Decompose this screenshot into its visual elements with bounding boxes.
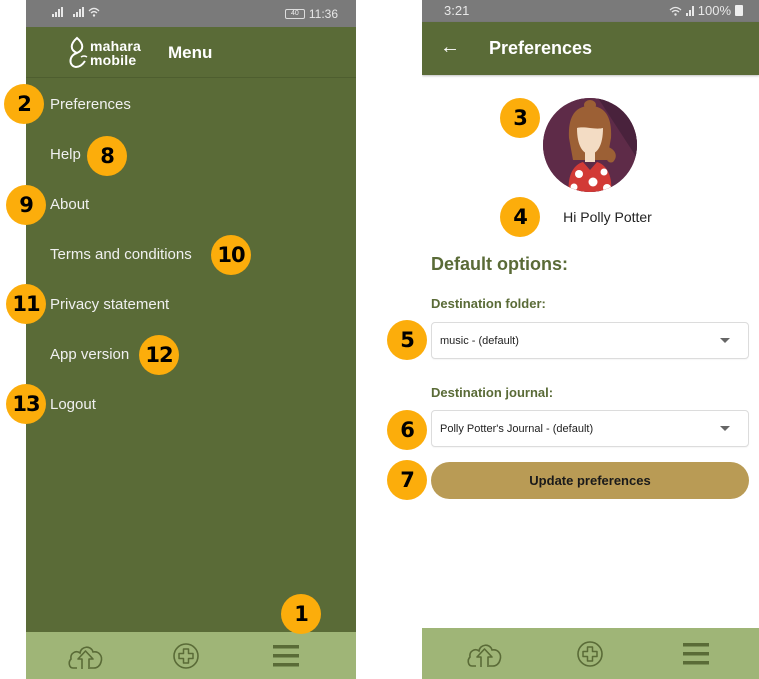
battery-icon [735,5,743,16]
bottom-nav [26,632,356,679]
callout-badge-7: 7 [387,460,427,500]
hamburger-menu-icon[interactable] [266,640,306,672]
menu-item-privacy[interactable]: Privacy statement [26,279,356,329]
app-header: ← Preferences [422,22,759,75]
signal-icon [52,7,63,17]
menu-title: Menu [168,43,213,62]
destination-journal-value: Polly Potter's Journal - (default) [440,422,594,435]
callout-badge-9: 9 [6,185,46,225]
dropdown-caret-icon [720,338,730,343]
callout-badge-13: 13 [6,384,46,424]
status-time: 11:36 [308,7,338,21]
destination-folder-select[interactable]: music - (default) [431,322,749,359]
destination-folder-label: Destination folder: [431,296,546,311]
battery-percent: 100% [697,3,731,18]
cloud-upload-icon[interactable] [465,638,505,670]
mahara-mobile-logo: mahara mobile [66,36,141,70]
callout-badge-2: 2 [4,84,44,124]
mahara-leaf-icon [69,36,88,69]
menu-item-help[interactable]: Help [26,129,356,179]
menu-item-about[interactable]: About [26,179,356,229]
callout-badge-10: 10 [211,235,251,275]
section-title: Default options: [431,254,568,274]
callout-badge-11: 11 [6,284,46,324]
status-right: 40 11:36 [284,7,338,21]
page-title: Preferences [489,38,593,58]
greeting-text: Hi Polly Potter [422,209,759,225]
callout-badge-3: 3 [500,98,540,138]
callout-badge-1: 1 [281,594,321,634]
signal-icons [52,7,100,17]
greeting-label: Hi Polly Potter [563,209,652,225]
logo-text-mahara: mahara [90,38,142,54]
avatar[interactable] [543,98,637,192]
menu-item-preferences[interactable]: Preferences [26,79,356,129]
status-bar: 3:21 100% [422,0,759,22]
status-time: 3:21 [444,3,470,18]
add-circle-icon[interactable] [166,640,206,672]
status-right: 100% [669,3,743,18]
menu-list: Preferences Help About Terms and conditi… [26,79,356,429]
preferences-screen: 3:21 100% ← Preferences Hi Polly Potter … [422,0,759,679]
menu-item-terms[interactable]: Terms and conditions [26,229,356,279]
wifi-icon [669,6,682,16]
hamburger-menu-icon[interactable] [676,638,716,670]
signal-icon [73,7,84,17]
callout-badge-6: 6 [387,410,427,450]
callout-badge-5: 5 [387,320,427,360]
update-preferences-button[interactable]: Update preferences [431,462,749,499]
bottom-nav [422,628,759,679]
back-arrow-icon[interactable]: ← [440,36,460,59]
callout-badge-4: 4 [500,197,540,237]
logo-text-mobile: mobile [90,52,137,68]
cloud-upload-icon[interactable] [66,640,106,672]
wifi-icon [88,7,100,17]
user-avatar-icon [543,98,637,192]
callout-badge-12: 12 [139,335,179,375]
menu-item-app-version[interactable]: App version [26,329,356,379]
signal-icon [685,5,694,16]
menu-screen: 40 11:36 mahara mobile Menu Preferences … [26,0,356,679]
menu-item-logout[interactable]: Logout [26,379,356,429]
dropdown-caret-icon [720,426,730,431]
callout-badge-8: 8 [87,136,127,176]
destination-journal-select[interactable]: Polly Potter's Journal - (default) [431,410,749,447]
destination-journal-label: Destination journal: [431,385,554,400]
destination-folder-value: music - (default) [440,334,519,347]
app-header: mahara mobile Menu [26,27,356,78]
battery-icon: 40 [284,9,305,19]
status-bar: 40 11:36 [26,0,356,27]
add-circle-icon[interactable] [570,638,610,670]
